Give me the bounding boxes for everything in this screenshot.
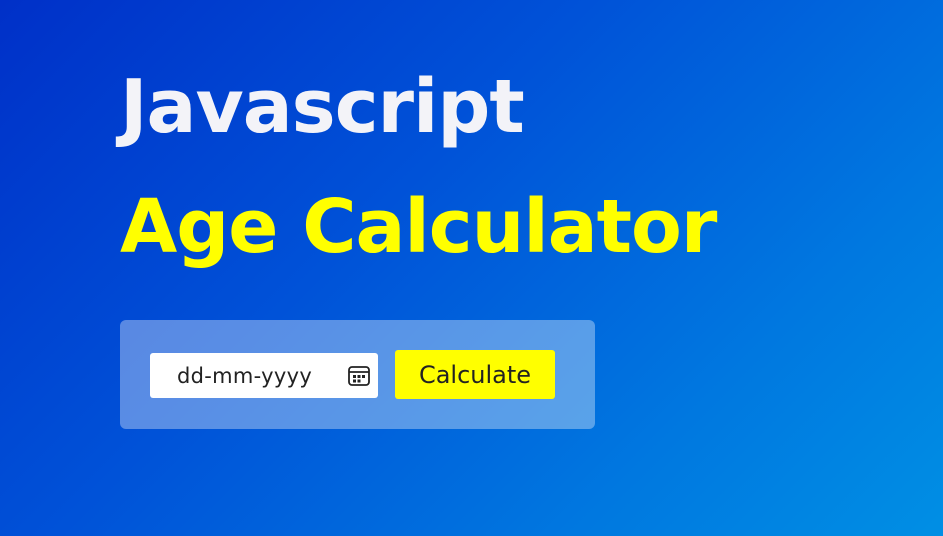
date-input-placeholder: dd-mm-yyyy	[177, 364, 313, 388]
calculate-button[interactable]: Calculate	[395, 350, 555, 399]
calculator-panel: dd-mm-yyyy Calculate	[120, 320, 595, 429]
page-title-line2: Age Calculator	[120, 184, 717, 270]
app-container: Javascript Age Calculator dd-mm-yyyy Cal…	[120, 64, 717, 429]
calendar-icon[interactable]	[347, 364, 371, 388]
date-input[interactable]: dd-mm-yyyy	[150, 353, 378, 398]
page-title-line1: Javascript	[120, 64, 525, 150]
